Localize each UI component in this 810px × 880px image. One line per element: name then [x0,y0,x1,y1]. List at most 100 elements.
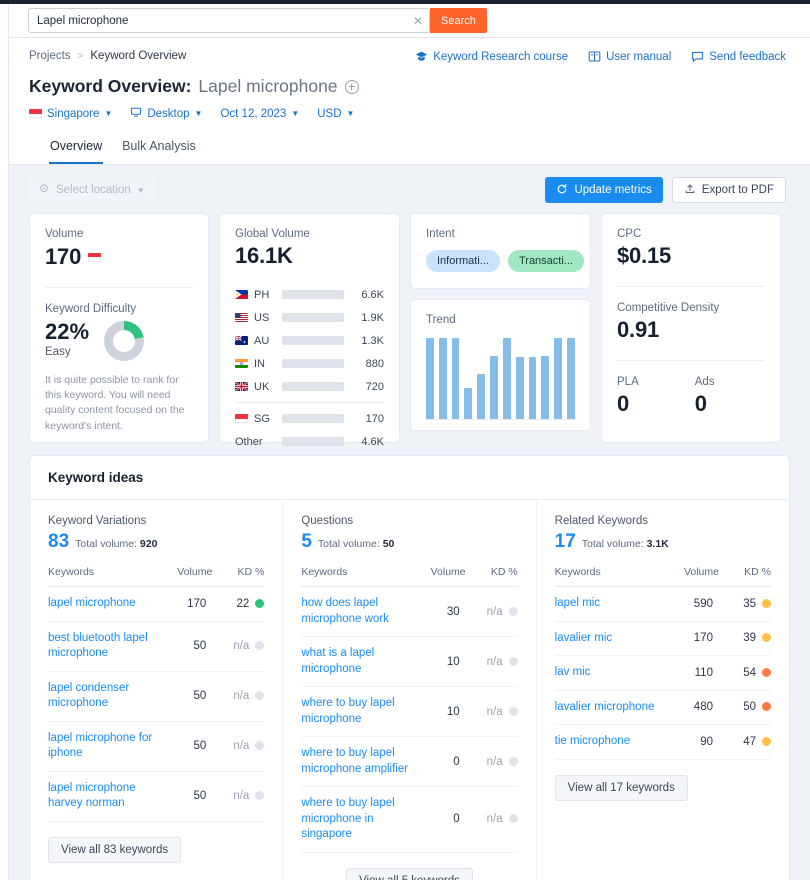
other-volume: 4.6K [350,436,384,448]
tab-bulk-analysis[interactable]: Bulk Analysis [121,131,197,164]
global-volume-row-current[interactable]: SG 170 [235,407,384,430]
keyword-link[interactable]: how does lapel microphone work [301,596,411,627]
global-volume-label: Global Volume [235,228,384,240]
keyword-link[interactable]: lapel mic [555,596,600,612]
intent-pill-transactional[interactable]: Transacti... [508,250,584,272]
search-input[interactable] [29,15,407,27]
search-button[interactable]: Search [430,8,487,33]
breadcrumb: Projects > Keyword Overview [29,50,186,62]
table-row[interactable]: best bluetooth lapel microphone50n/a [48,621,264,671]
table-row[interactable]: lapel microphone for iphone50n/a [48,721,264,771]
keyword-link[interactable]: lav mic [555,665,591,681]
keyword-difficulty-row: 22% Easy [45,319,193,361]
table-row[interactable]: lav mic11054 [555,656,771,691]
breadcrumb-projects[interactable]: Projects [29,50,71,62]
keyword-cell: lapel microphone harvey norman [48,771,158,821]
view-all-button[interactable]: View all 83 keywords [48,837,181,863]
pla-ads-row: PLA 0 Ads 0 [617,376,765,417]
table-row[interactable]: lapel microphone17022 [48,587,264,622]
selector-label: USD [317,108,341,120]
keyword-table: KeywordsVolumeKD %lapel mic59035lavalier… [555,566,771,760]
selector-currency[interactable]: USD ▼ [317,108,354,120]
column-total-volume: Total volume: 3.1K [582,538,669,550]
global-volume-row[interactable]: AU 1.3K [235,329,384,352]
trend-bar [439,338,447,419]
table-row[interactable]: where to buy lapel microphone in singapo… [301,787,517,853]
volume-cell: 170 [665,621,719,656]
header-keywords: Keywords [555,566,665,587]
cpc-label: CPC [617,228,765,240]
keyword-ideas-title: Keyword ideas [30,456,789,500]
kd-cell: n/a [466,737,518,787]
table-row[interactable]: where to buy lapel microphone10n/a [301,687,517,737]
clear-icon[interactable]: ✕ [407,14,429,28]
column-summary: 5Total volume: 50 [301,531,517,553]
table-row[interactable]: lavalier microphone48050 [555,690,771,725]
table-row[interactable]: lapel microphone harvey norman50n/a [48,771,264,821]
volume-cell: 590 [665,587,719,622]
kd-cell: 50 [719,690,771,725]
global-volume-list: PH 6.6K US 1.9K AU [235,283,384,453]
view-all-button[interactable]: View all 17 keywords [555,775,688,801]
global-volume-row[interactable]: UK 720 [235,375,384,398]
keyword-link[interactable]: lavalier mic [555,631,613,647]
trend-bar [516,357,524,419]
keyword-cell: how does lapel microphone work [301,587,411,637]
keyword-link[interactable]: lapel condenser microphone [48,681,158,712]
global-volume-row[interactable]: IN 880 [235,352,384,375]
table-row[interactable]: lavalier mic17039 [555,621,771,656]
volume-bar-track [282,437,344,446]
keyword-link[interactable]: where to buy lapel microphone [301,696,411,727]
keyword-link[interactable]: tie microphone [555,734,630,750]
kd-cell: n/a [466,787,518,853]
global-volume-row[interactable]: PH 6.6K [235,283,384,306]
table-row[interactable]: where to buy lapel microphone amplifier0… [301,737,517,787]
link-user-manual[interactable]: User manual [588,50,671,63]
country-volume: 720 [350,381,384,393]
keyword-link[interactable]: what is a lapel microphone [301,646,411,677]
link-label: Send feedback [709,51,786,63]
button-label: Update metrics [574,184,651,196]
kd-status-dot [509,607,518,616]
keyword-difficulty-description: It is quite possible to rank for this ke… [45,373,193,434]
keyword-link[interactable]: lavalier microphone [555,700,655,716]
keyword-ideas-column: Related Keywords17Total volume: 3.1KKeyw… [536,500,789,880]
kd-status-dot [509,757,518,766]
keyword-link[interactable]: lapel microphone harvey norman [48,781,158,812]
competitive-density-value: 0.91 [617,317,765,343]
intent-label: Intent [426,228,575,240]
global-volume-row[interactable]: US 1.9K [235,306,384,329]
keyword-link[interactable]: lapel microphone [48,596,136,612]
intent-pill-informational[interactable]: Informati... [426,250,500,272]
selector-device[interactable]: Desktop ▼ [130,106,202,121]
link-send-feedback[interactable]: Send feedback [691,50,786,63]
trend-bar [452,338,460,419]
table-row[interactable]: lapel condenser microphone50n/a [48,671,264,721]
table-row[interactable]: lapel mic59035 [555,587,771,622]
keyword-difficulty-level: Easy [45,346,89,358]
keyword-link[interactable]: where to buy lapel microphone amplifier [301,746,411,777]
select-location-dropdown[interactable]: Select location ▼ [29,177,154,203]
trend-bar [567,338,575,419]
volume-cell: 110 [665,656,719,691]
tab-overview[interactable]: Overview [49,131,103,164]
breadcrumb-current: Keyword Overview [90,50,186,62]
plus-circle-icon[interactable] [345,80,359,94]
volume-bar-track [282,313,344,322]
country-code: SG [254,413,276,425]
keyword-link[interactable]: lapel microphone for iphone [48,731,158,762]
keyword-link[interactable]: best bluetooth lapel microphone [48,631,158,662]
selector-country[interactable]: Singapore ▼ [29,108,112,120]
flag-sg-icon [88,253,101,262]
table-row[interactable]: tie microphone9047 [555,725,771,760]
keyword-link[interactable]: where to buy lapel microphone in singapo… [301,796,411,843]
page-container: Projects > Keyword Overview Keyword Rese… [0,38,810,880]
selector-date[interactable]: Oct 12, 2023 ▼ [220,108,299,120]
volume-bar-track [282,414,344,423]
export-pdf-button[interactable]: Export to PDF [672,177,786,203]
table-row[interactable]: how does lapel microphone work30n/a [301,587,517,637]
link-keyword-research-course[interactable]: Keyword Research course [415,50,568,63]
view-all-button[interactable]: View all 5 keywords [346,868,473,880]
update-metrics-button[interactable]: Update metrics [545,177,662,203]
table-row[interactable]: what is a lapel microphone10n/a [301,637,517,687]
